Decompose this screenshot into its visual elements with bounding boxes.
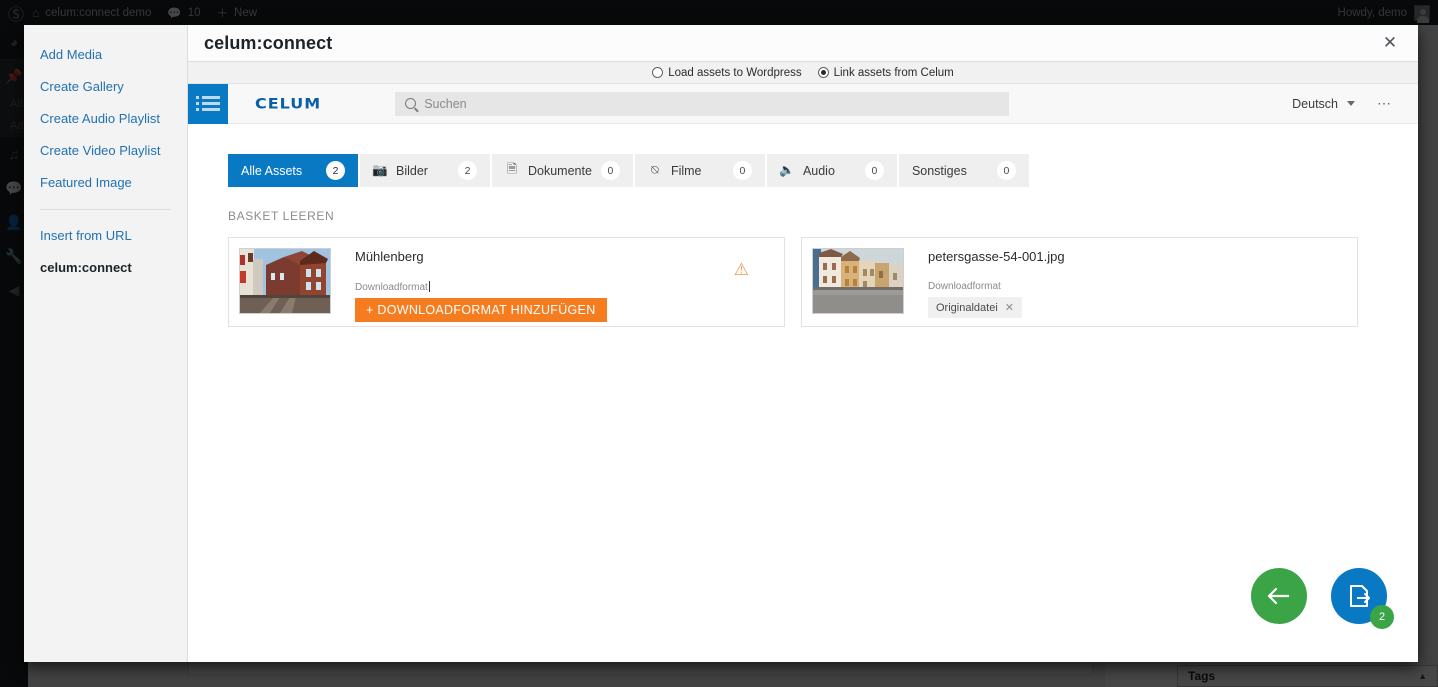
radio-load-assets-to-wordpress[interactable]: Load assets to Wordpress [652, 66, 802, 79]
radio-link-assets-from-celum[interactable]: Link assets from Celum [817, 66, 954, 79]
chip-label: Originaldatei [936, 301, 998, 314]
mode-switch[interactable]: Load assets to Wordpress Link assets fro… [188, 62, 1418, 84]
downloadformat-label: Downloadformat [355, 281, 430, 293]
tab-count: 2 [326, 161, 345, 180]
basket-item-body: petersgasse-54-001.jpg Downloadformat Or… [928, 248, 1347, 318]
tab-label: Dokumente [528, 163, 592, 178]
menu-item-celum-connect[interactable]: celum:connect [24, 252, 187, 284]
street-facades-thumbnail [812, 248, 904, 314]
tab-count: 0 [864, 161, 884, 180]
tab-count: 0 [600, 161, 620, 180]
media-frame: celum:connect ✕ Load assets to Wordpress… [188, 25, 1418, 662]
menu-item-create-gallery[interactable]: Create Gallery [24, 71, 187, 103]
close-icon[interactable]: ✕ [1005, 301, 1014, 314]
close-icon[interactable]: ✕ [1378, 31, 1402, 55]
tab-sonstiges[interactable]: Sonstiges 0 [898, 154, 1029, 187]
basket-list: Mühlenberg Downloadformat + DOWNLOADFORM… [228, 237, 1418, 327]
page-title: celum:connect [204, 32, 333, 53]
asset-type-tabs[interactable]: Alle Assets 2 📷 Bilder 2 🗎 Dokumente 0 ⍉… [228, 154, 1418, 187]
radio-label-load: Load assets to Wordpress [668, 66, 802, 79]
basket-item[interactable]: petersgasse-54-001.jpg Downloadformat Or… [801, 237, 1358, 327]
language-selector[interactable]: Deutsch [1292, 97, 1355, 111]
tab-label: Sonstiges [911, 163, 967, 178]
celum-topbar: CELUM Suchen Deutsch ⋯ [188, 83, 1418, 124]
media-modal: Add Media Create Gallery Create Audio Pl… [24, 25, 1418, 662]
radio-label-link: Link assets from Celum [833, 66, 954, 79]
menu-item-add-media[interactable]: Add Media [24, 39, 187, 71]
menu-item-create-audio-playlist[interactable]: Create Audio Playlist [24, 103, 187, 135]
media-menu[interactable]: Add Media Create Gallery Create Audio Pl… [24, 25, 188, 662]
speaker-icon: 🔈 [779, 163, 795, 177]
tab-audio[interactable]: 🔈 Audio 0 [766, 154, 897, 187]
celum-content: Alle Assets 2 📷 Bilder 2 🗎 Dokumente 0 ⍉… [188, 124, 1418, 662]
tab-count: 0 [732, 161, 752, 180]
tab-label: Filme [670, 163, 702, 178]
tab-count: 0 [996, 161, 1016, 180]
tab-label: Bilder [396, 163, 428, 178]
text-cursor [428, 281, 430, 292]
tab-label: Alle Assets [241, 163, 303, 178]
asset-title: petersgasse-54-001.jpg [928, 249, 1065, 264]
back-button[interactable] [1251, 568, 1307, 624]
menu-item-create-video-playlist[interactable]: Create Video Playlist [24, 135, 187, 167]
modal-titlebar: celum:connect ✕ [188, 25, 1418, 62]
arrow-left-icon [1267, 587, 1289, 605]
search-placeholder: Suchen [424, 96, 467, 111]
tab-label: Audio [802, 163, 835, 178]
asset-title: Mühlenberg [355, 249, 424, 264]
menu-item-insert-from-url[interactable]: Insert from URL [24, 220, 187, 252]
menu-item-featured-image[interactable]: Featured Image [24, 167, 187, 199]
search-input[interactable]: Suchen [395, 91, 1010, 116]
downloadformat-chip[interactable]: Originaldatei ✕ [928, 297, 1022, 318]
play-circle-icon: ⍉ [651, 163, 659, 177]
image-icon: 📷 [372, 163, 388, 177]
downloadformat-label: Downloadformat [928, 281, 1001, 292]
warning-triangle-icon: ⚠ [733, 260, 749, 279]
tab-alle-assets[interactable]: Alle Assets 2 [228, 154, 358, 187]
export-count-badge: 2 [1370, 605, 1394, 629]
document-icon: 🗎 [506, 162, 518, 176]
search-icon [405, 98, 417, 109]
menu-divider [40, 209, 171, 210]
document-export-icon [1350, 585, 1370, 607]
add-downloadformat-button[interactable]: + DOWNLOADFORMAT HINZUFÜGEN [355, 298, 607, 322]
radio-button-selected[interactable] [817, 67, 829, 78]
celum-header-actions: Deutsch ⋯ [1292, 95, 1418, 112]
celum-logo: CELUM [255, 95, 322, 112]
tab-bilder[interactable]: 📷 Bilder 2 [360, 154, 490, 187]
language-label: Deutsch [1292, 96, 1338, 111]
ellipsis-icon[interactable]: ⋯ [1377, 95, 1392, 112]
tab-dokumente[interactable]: 🗎 Dokumente 0 [492, 154, 633, 187]
basket-item-body: Mühlenberg Downloadformat + DOWNLOADFORM… [355, 248, 774, 322]
basket-clear-button[interactable]: BASKET LEEREN [228, 209, 1418, 223]
celum-connect-app: CELUM Suchen Deutsch ⋯ Alle Assets 2 📷 B… [188, 83, 1418, 662]
tab-filme[interactable]: ⍉ Filme 0 [634, 154, 765, 187]
basket-item[interactable]: Mühlenberg Downloadformat + DOWNLOADFORM… [228, 237, 785, 327]
street-houses-thumbnail [239, 248, 331, 314]
tab-count: 2 [458, 161, 477, 180]
chevron-down-icon [1347, 101, 1355, 106]
radio-button-unselected[interactable] [652, 67, 664, 78]
hamburger-list-icon[interactable] [188, 83, 228, 124]
